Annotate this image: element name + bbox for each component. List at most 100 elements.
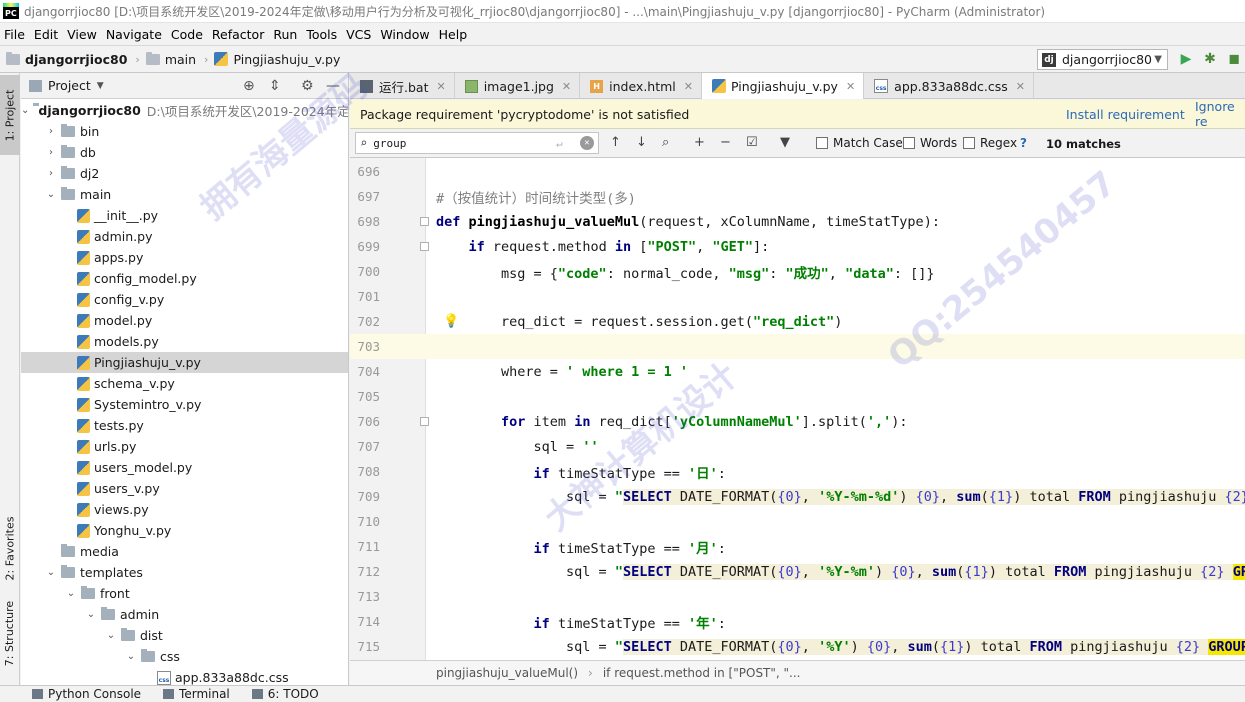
nav-crumb-main[interactable]: main › [145,51,215,67]
ignore-requirement-link[interactable]: Ignore re [1195,99,1245,129]
chevron-down-icon[interactable]: ⌄ [85,609,97,620]
tree-item[interactable]: models.py [21,331,348,352]
todo-button[interactable]: 6: TODO [251,687,319,701]
chevron-down-icon[interactable]: ▼ [97,81,104,91]
code-line[interactable]: 715 sql = "SELECT DATE_FORMAT({0}, '%Y')… [350,634,1245,659]
tree-item[interactable]: config_v.py [21,289,348,310]
tree-item[interactable]: ⌄ css [21,646,348,667]
tree-item[interactable]: › db [21,142,348,163]
chevron-down-icon[interactable]: ⌄ [65,588,77,599]
install-requirement-link[interactable]: Install requirement [1066,107,1185,122]
checkbox-box[interactable] [903,137,915,149]
regex-help-link[interactable]: ? [1020,136,1027,150]
tree-item[interactable]: ⌄ main [21,184,348,205]
tree-item[interactable]: ⌄ admin [21,604,348,625]
chevron-down-icon[interactable]: ⌄ [45,189,57,200]
chevron-right-icon[interactable]: › [45,126,57,137]
tree-item[interactable]: config_model.py [21,268,348,289]
code-line[interactable]: 696 [350,159,1245,184]
close-icon[interactable]: ✕ [562,80,571,93]
code-line[interactable]: 708 if timeStatType == '日': [350,459,1245,484]
checkbox-box[interactable] [963,137,975,149]
find-query[interactable]: group [373,137,406,150]
chevron-right-icon[interactable]: › [45,168,57,179]
locate-icon[interactable]: ⊕ [243,78,255,94]
tree-item[interactable]: model.py [21,310,348,331]
menu-window[interactable]: Window [376,27,434,42]
editor-tab[interactable]: Pingjiashuju_v.py ✕ [702,73,865,99]
code-line[interactable]: 712 sql = "SELECT DATE_FORMAT({0}, '%Y-%… [350,559,1245,584]
words-checkbox[interactable]: Words [903,136,957,150]
menu-help[interactable]: Help [435,27,473,42]
code-line[interactable]: 698 def pingjiashuju_valueMul(request, xC… [350,209,1245,234]
terminal-button[interactable]: Terminal [163,687,230,701]
code-line[interactable]: 714 if timeStatType == '年': [350,609,1245,634]
chevron-down-icon[interactable]: ⌄ [105,630,117,641]
menu-edit[interactable]: Edit [30,27,63,42]
close-icon[interactable]: ✕ [1016,80,1025,93]
run-icon[interactable]: ▶ [1178,51,1194,67]
favorites-tool-button[interactable]: 2: Favorites [0,498,20,598]
select-all-occurrences-icon[interactable]: ☑ [746,135,758,150]
code-line[interactable]: 703 [350,334,1245,359]
add-occurrence-icon[interactable]: + [694,135,705,150]
remove-occurrence-icon[interactable]: − [720,135,731,150]
checkbox-box[interactable] [816,137,828,149]
code-line[interactable]: 699 if request.method in ["POST", "GET"]… [350,234,1245,259]
match-case-checkbox[interactable]: Match Case [816,136,903,150]
menu-tools[interactable]: Tools [302,27,342,42]
menu-run[interactable]: Run [269,27,302,42]
fold-icon[interactable] [420,417,429,426]
run-configuration-select[interactable]: dj djangorrjioc80 ▼ [1037,49,1168,70]
chevron-down-icon[interactable]: ⌄ [21,105,29,116]
code-line[interactable]: 706 for item in req_dict['yColumnNameMul… [350,409,1245,434]
code-line[interactable]: 705 [350,384,1245,409]
tree-item[interactable]: tests.py [21,415,348,436]
editor-tab[interactable]: 运行.bat ✕ [350,73,455,99]
nav-crumb-file[interactable]: Pingjiashuju_v.py [214,52,340,67]
code-line[interactable]: 701 [350,284,1245,309]
debug-icon[interactable]: ✱ [1202,51,1218,67]
editor-tab[interactable]: css app.833a88dc.css ✕ [864,73,1034,99]
coverage-icon[interactable]: ◼ [1226,51,1242,67]
tree-item[interactable]: ⌄ front [21,583,348,604]
menu-file[interactable]: File [0,27,30,42]
tree-item[interactable]: media [21,541,348,562]
tree-item[interactable]: __init__.py [21,205,348,226]
gear-icon[interactable]: ⚙ [301,78,314,94]
tree-item[interactable]: ⌄ templates [21,562,348,583]
code-editor[interactable]: 696 697 #（按值统计）时间统计类型(多) 698 def pingjiashuj… [350,158,1245,660]
tree-item[interactable]: › bin [21,121,348,142]
project-tool-button[interactable]: 1: Project [0,75,20,155]
code-line[interactable]: 702 💡 req_dict = request.session.get("req… [350,309,1245,334]
python-console-button[interactable]: Python Console [32,687,141,701]
menu-navigate[interactable]: Navigate [102,27,167,42]
tree-item[interactable]: users_model.py [21,457,348,478]
close-icon[interactable]: ✕ [684,80,693,93]
editor-tab[interactable]: Hindex.html ✕ [580,73,702,99]
breadcrumb-function[interactable]: pingjiashuju_valueMul() [436,666,578,680]
menu-view[interactable]: View [63,27,102,42]
chevron-right-icon[interactable]: › [45,147,57,158]
code-line[interactable]: 709 sql = "SELECT DATE_FORMAT({0}, '%Y-%… [350,484,1245,509]
tree-item[interactable]: Pingjiashuju_v.py [21,352,348,373]
regex-checkbox[interactable]: Regex [963,136,1017,150]
menu-vcs[interactable]: VCS [342,27,376,42]
code-line[interactable]: 711 if timeStatType == '月': [350,534,1245,559]
tree-item[interactable]: admin.py [21,226,348,247]
breadcrumb-if[interactable]: if request.method in ["POST", "... [603,666,801,680]
nav-crumb-project[interactable]: djangorrjioc80 › [6,51,146,67]
tree-item[interactable]: css app.833a88dc.css [21,667,348,685]
find-field[interactable]: ⌕ group ↵ ✕ [355,132,599,154]
find-all-icon[interactable]: ⌕ [662,135,669,150]
close-icon[interactable]: ✕ [846,80,855,93]
tree-item[interactable]: urls.py [21,436,348,457]
tree-item[interactable]: users_v.py [21,478,348,499]
fold-icon[interactable] [420,217,429,226]
code-line[interactable]: 697 #（按值统计）时间统计类型(多) [350,184,1245,209]
code-line[interactable]: 704 where = ' where 1 = 1 ' [350,359,1245,384]
chevron-down-icon[interactable]: ⌄ [125,651,137,662]
search-icon[interactable]: ⌕ [360,136,367,150]
hide-icon[interactable]: — [326,78,340,94]
tree-item[interactable]: views.py [21,499,348,520]
